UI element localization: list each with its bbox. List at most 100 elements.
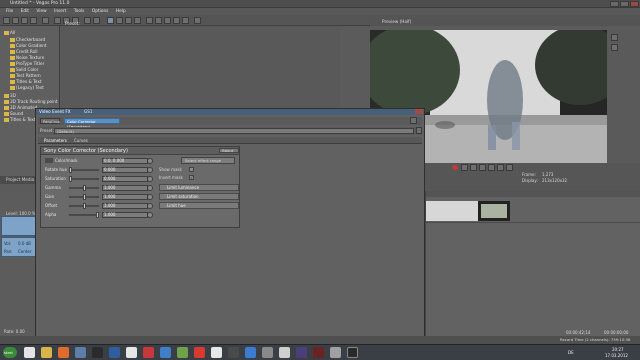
tree-item[interactable]: (Legacy) Text (16, 85, 44, 90)
minimize-button[interactable] (610, 1, 619, 7)
gamma-slider[interactable] (69, 185, 99, 191)
preview-quality-label[interactable]: Preview (Half) (382, 19, 411, 24)
audio-track-header[interactable]: Vol: 0.0 dB Pan: Center (1, 237, 39, 257)
dialog-titlebar[interactable]: Video Event FX GS1 (36, 109, 424, 115)
render-icon[interactable] (42, 17, 49, 24)
close-button[interactable] (630, 1, 639, 7)
loop-icon[interactable] (461, 164, 468, 171)
section-limit-hue[interactable]: Limit hue (159, 202, 239, 209)
app-icon[interactable] (75, 347, 86, 358)
video-event-clip[interactable] (478, 201, 510, 221)
reset-icon[interactable] (147, 176, 153, 182)
slider-knob[interactable] (69, 176, 72, 182)
slider-knob[interactable] (69, 167, 72, 173)
vegas-icon[interactable] (347, 347, 358, 358)
tree-item[interactable]: Sound (10, 111, 23, 116)
menu-insert[interactable]: Insert (54, 8, 66, 15)
folder-app-icon[interactable] (41, 347, 52, 358)
photoshop-icon[interactable] (109, 347, 120, 358)
tree-item[interactable]: Checkerboard (16, 37, 45, 42)
select-effect-range-button[interactable]: Select effect range (181, 157, 235, 164)
slider-knob[interactable] (82, 185, 86, 191)
timeline[interactable]: 00:00:42;14 00:00:00;00 (425, 191, 640, 341)
menu-view[interactable]: View (36, 8, 46, 15)
preview-split-icon[interactable] (611, 34, 618, 41)
chain-item-pan-crop[interactable]: Pan/Crop (40, 118, 60, 124)
param-value-field[interactable]: 1.000 (102, 203, 148, 209)
app-icon[interactable] (160, 347, 171, 358)
tree-item[interactable]: Color Gradient (16, 43, 47, 48)
tree-item[interactable]: Credit Roll (16, 49, 38, 54)
app-icon[interactable] (24, 347, 35, 358)
app-icon[interactable] (211, 347, 222, 358)
app-icon[interactable] (330, 347, 341, 358)
chain-item-color-corrector-secondary[interactable]: Color Corrector (Secondary) (64, 118, 120, 129)
gain-slider[interactable] (69, 194, 99, 200)
stop-icon[interactable] (488, 164, 495, 171)
video-event-blank[interactable] (426, 201, 478, 221)
cut-icon[interactable] (54, 17, 61, 24)
tree-item[interactable]: Titles & Text (16, 79, 42, 84)
tree-item[interactable]: Noise Texture (16, 55, 44, 60)
after-effects-icon[interactable] (296, 347, 307, 358)
tree-root[interactable]: All (10, 30, 15, 35)
param-value-field[interactable]: 0.000 (102, 167, 148, 173)
param-value-field[interactable]: 1.000 (102, 212, 148, 218)
offset-slider[interactable] (69, 203, 99, 209)
reset-icon[interactable] (147, 212, 153, 218)
prev-frame-icon[interactable] (497, 164, 504, 171)
menu-tools[interactable]: Tools (74, 8, 85, 15)
tree-item[interactable]: Titles & Text (10, 117, 36, 122)
record-icon[interactable] (452, 165, 458, 170)
plugin-chain-icon[interactable] (410, 117, 417, 124)
section-limit-saturation[interactable]: Limit saturation (159, 193, 239, 200)
app-icon[interactable] (313, 347, 324, 358)
param-value-field[interactable]: 1.000 (102, 185, 148, 191)
tree-item[interactable]: 3D Animated (10, 105, 37, 110)
open-icon[interactable] (12, 17, 19, 24)
start-button[interactable]: start (3, 347, 17, 358)
save-preset-icon[interactable] (416, 127, 422, 134)
reset-icon[interactable] (147, 194, 153, 200)
saturation-slider[interactable] (69, 176, 99, 182)
param-value-field[interactable]: 1.000 (102, 194, 148, 200)
maximize-button[interactable] (620, 1, 629, 7)
color-swatch[interactable] (45, 158, 53, 163)
section-limit-luminance[interactable]: Limit luminance (159, 184, 239, 191)
menu-file[interactable]: File (6, 8, 13, 15)
alpha-slider[interactable] (69, 212, 99, 218)
menu-edit[interactable]: Edit (21, 8, 29, 15)
tab-parameters[interactable]: Parameters (44, 138, 67, 143)
show-mask-checkbox[interactable] (189, 167, 194, 172)
firefox-icon[interactable] (58, 347, 69, 358)
new-project-icon[interactable] (3, 17, 10, 24)
properties-icon[interactable] (30, 17, 37, 24)
tree-item[interactable]: 3D Track Routing point (10, 99, 58, 104)
pause-icon[interactable] (479, 164, 486, 171)
video-track-header[interactable] (1, 216, 39, 236)
app-icon[interactable] (143, 347, 154, 358)
rotate-hue-slider[interactable] (69, 167, 99, 173)
dialog-close-button[interactable] (415, 109, 423, 114)
play-icon[interactable] (470, 164, 477, 171)
reset-icon[interactable] (147, 158, 153, 164)
app-icon[interactable] (262, 347, 273, 358)
steam-icon[interactable] (92, 347, 103, 358)
timeline-ruler[interactable] (426, 191, 640, 197)
app-icon[interactable] (245, 347, 256, 358)
slider-knob[interactable] (82, 203, 86, 209)
menu-options[interactable]: Options (92, 8, 109, 15)
tree-item[interactable]: 3D (10, 93, 16, 98)
about-button[interactable]: About (219, 148, 239, 153)
app-icon[interactable] (279, 347, 290, 358)
preview-overlay-icon[interactable] (611, 44, 618, 51)
preset-dropdown[interactable]: (Default) (54, 128, 414, 134)
tree-item[interactable]: ProType Titler (16, 61, 44, 66)
save-icon[interactable] (21, 17, 28, 24)
param-value-field[interactable]: 0.000 (102, 176, 148, 182)
app-icon[interactable] (126, 347, 137, 358)
app-icon[interactable] (228, 347, 239, 358)
param-value-field[interactable]: 0.0, 0.000 (102, 158, 148, 164)
reset-icon[interactable] (147, 167, 153, 173)
next-frame-icon[interactable] (506, 164, 513, 171)
